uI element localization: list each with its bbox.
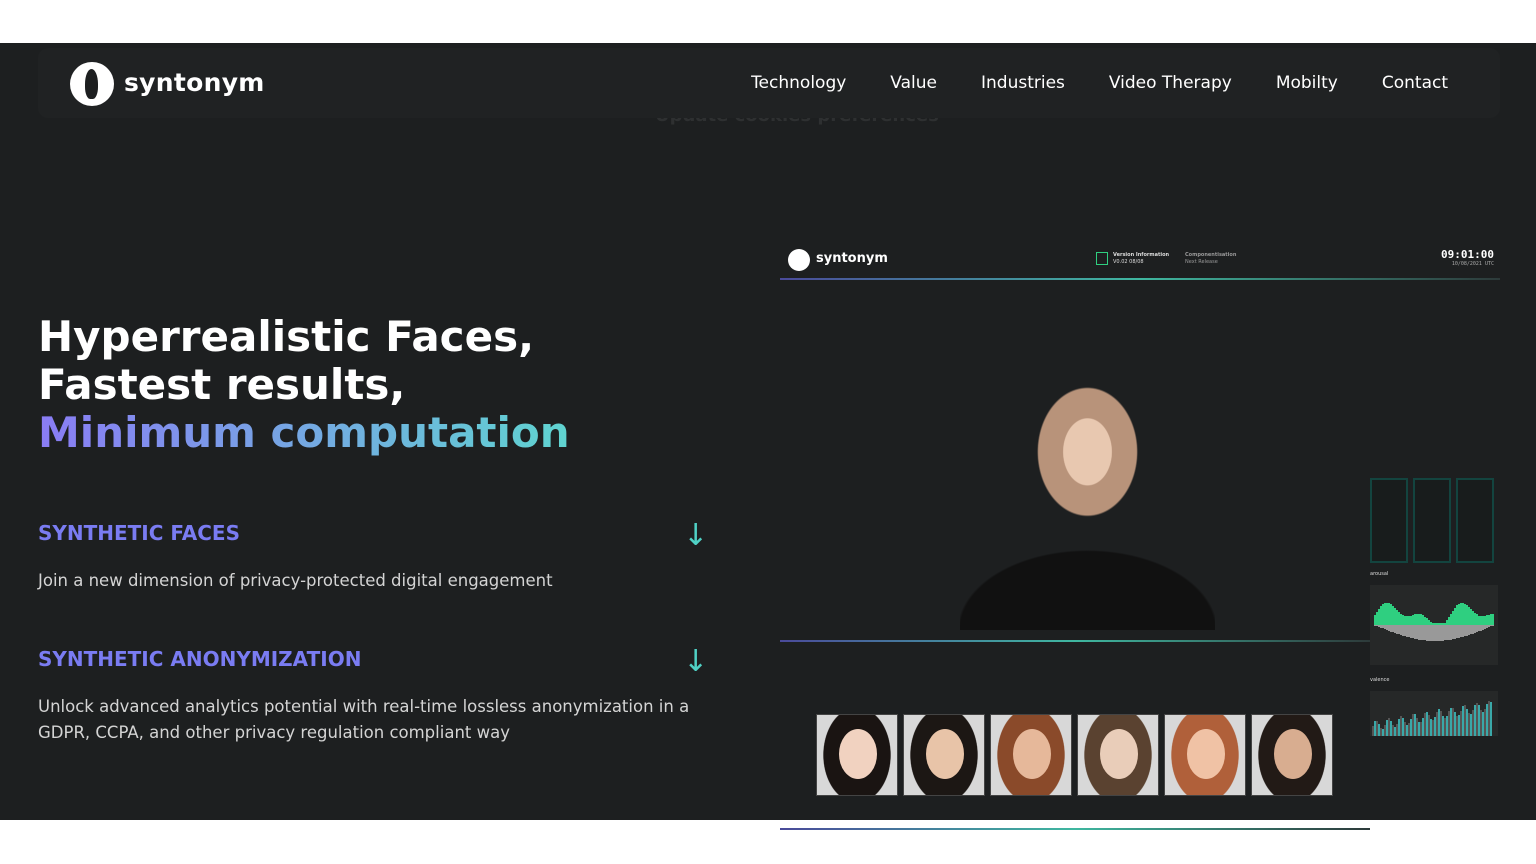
valence-bar <box>1490 702 1492 736</box>
face <box>1100 729 1138 779</box>
nav-contact[interactable]: Contact <box>1382 73 1448 93</box>
face <box>1187 729 1225 779</box>
face-thumbnail[interactable] <box>1077 714 1159 796</box>
nav-mobility[interactable]: Mobilty <box>1276 73 1338 93</box>
face-thumbnails <box>816 714 1333 796</box>
emotion-card <box>1370 478 1408 563</box>
componentisation-info: Componentisation Next Release <box>1185 252 1237 265</box>
version-icon <box>1096 252 1108 265</box>
face <box>1274 729 1312 779</box>
hero-line-2: Fastest results, <box>38 360 406 409</box>
arrow-down-icon[interactable]: ↓ <box>683 644 708 679</box>
nav-technology[interactable]: Technology <box>751 73 846 93</box>
face-thumbnail[interactable] <box>990 714 1072 796</box>
brand-name[interactable]: syntonym <box>124 68 265 97</box>
logo-icon[interactable] <box>70 62 114 106</box>
nav-industries[interactable]: Industries <box>981 73 1065 93</box>
demo-dashboard: syntonym Version Information V0.02 08/08 … <box>780 238 1500 830</box>
emotion-card <box>1413 478 1451 563</box>
clock: 09:01:00 10/08/2021 UTC <box>1441 248 1494 267</box>
valence-graph <box>1370 691 1498 736</box>
face <box>839 729 877 779</box>
hero-line-3: Minimum computation <box>38 408 570 457</box>
face-thumbnail[interactable] <box>903 714 985 796</box>
face <box>926 729 964 779</box>
logo-icon <box>788 249 810 271</box>
divider <box>780 828 1370 830</box>
arrow-down-icon[interactable]: ↓ <box>683 518 708 553</box>
section-desc-synthetic-anonymization: Unlock advanced analytics potential with… <box>38 697 690 742</box>
face-thumbnail[interactable] <box>816 714 898 796</box>
section-title-synthetic-faces[interactable]: SYNTHETIC FACES <box>38 521 240 545</box>
emotion-card <box>1456 478 1494 563</box>
version-info: Version Information V0.02 08/08 <box>1113 252 1170 265</box>
divider <box>780 640 1370 642</box>
section-title-synthetic-anonymization[interactable]: SYNTHETIC ANONYMIZATION <box>38 647 361 671</box>
valence-label: valence <box>1370 677 1390 683</box>
nav-video-therapy[interactable]: Video Therapy <box>1109 73 1232 93</box>
hero-title: Hyperrealistic Faces, Fastest results, M… <box>38 313 570 457</box>
arousal-label: arousal <box>1370 571 1389 577</box>
face-thumbnail[interactable] <box>1251 714 1333 796</box>
nav-value[interactable]: Value <box>890 73 937 93</box>
arousal-bar <box>1492 625 1494 626</box>
section-desc-synthetic-faces: Join a new dimension of privacy-protecte… <box>38 571 553 590</box>
arousal-graph <box>1370 585 1498 665</box>
page: Update cookies preferences syntonym Tech… <box>0 43 1536 830</box>
divider <box>780 278 1500 280</box>
navbar: syntonym Technology Value Industries Vid… <box>38 48 1500 118</box>
hero-line-1: Hyperrealistic Faces, <box>38 312 535 361</box>
face <box>1013 729 1051 779</box>
emotion-panel: arousal valence <box>1370 478 1498 736</box>
face-thumbnail[interactable] <box>1164 714 1246 796</box>
demo-brand: syntonym <box>816 251 888 266</box>
synthetic-face-image <box>960 368 1215 630</box>
arousal-bar <box>1492 613 1494 625</box>
